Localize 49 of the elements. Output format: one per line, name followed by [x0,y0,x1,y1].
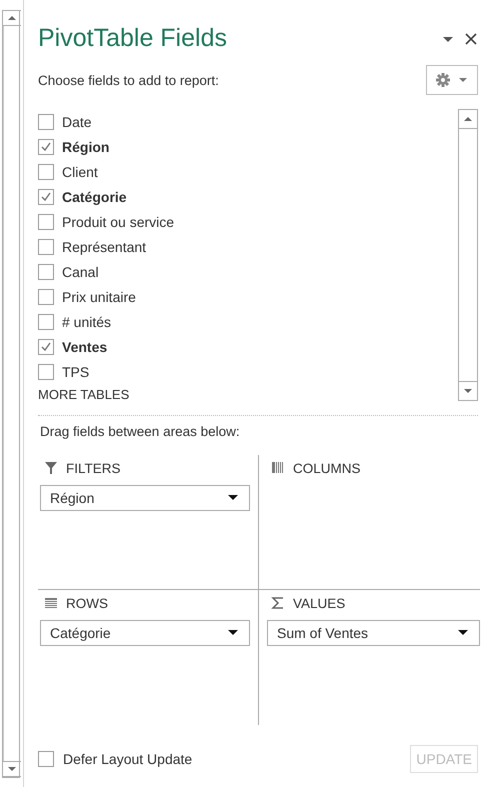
field-label[interactable]: Date [62,114,92,130]
settings-button[interactable] [426,65,478,95]
rows-icon [44,596,58,610]
area-heading: ROWS [66,596,108,610]
field-label[interactable]: Canal [62,264,99,280]
caret-icon [457,629,469,637]
checkbox[interactable] [38,264,54,280]
instruction-text: Drag fields between areas below: [40,424,241,439]
caret-icon [227,629,239,637]
scrollbar[interactable] [458,109,478,401]
panel-title: PivotTable Fields [38,24,228,53]
checkbox[interactable] [38,188,54,204]
checkbox[interactable] [38,138,54,154]
section-heading: MORE TABLES [38,387,130,402]
checkbox-label[interactable]: Defer Layout Update [63,751,410,767]
scroll-down-icon[interactable] [3,761,21,777]
field-label[interactable]: # unités [62,314,112,330]
checkbox[interactable] [38,238,54,254]
field-dropdown[interactable]: Sum of Ventes [267,620,480,646]
checkbox[interactable] [38,214,54,230]
close-icon[interactable] [464,32,478,46]
field-label[interactable]: Client [62,164,98,180]
sigma-icon [271,596,285,610]
field-label[interactable]: Prix unitaire [62,288,136,304]
field-dropdown[interactable]: Région [40,485,250,511]
columns-icon [271,461,285,475]
field-dropdown[interactable]: Catégorie [40,620,250,646]
checkbox[interactable] [38,338,54,354]
field-label[interactable]: Ventes [62,338,108,354]
field-label[interactable]: Produit ou service [62,214,174,230]
checkbox[interactable] [38,364,54,380]
gear-icon [435,72,469,88]
field-label[interactable]: Catégorie [62,188,127,204]
checkbox[interactable] [38,164,54,180]
field-label[interactable]: TPS [62,364,90,380]
field-label[interactable]: Représentant [62,238,146,254]
checkbox[interactable] [38,314,54,330]
area-heading: COLUMNS [293,460,361,476]
filter-icon [44,461,58,475]
area-heading: FILTERS [66,460,121,476]
scrollbar[interactable] [2,10,20,778]
checkbox[interactable] [38,114,54,130]
area-heading: VALUES [293,596,346,610]
field-label[interactable]: Région [62,138,110,154]
caret-icon [227,494,239,502]
dropdown-icon[interactable] [442,34,454,42]
checkbox[interactable] [38,288,54,304]
instruction-text: Choose fields to add to report: [38,72,220,88]
checkbox[interactable] [38,751,54,767]
